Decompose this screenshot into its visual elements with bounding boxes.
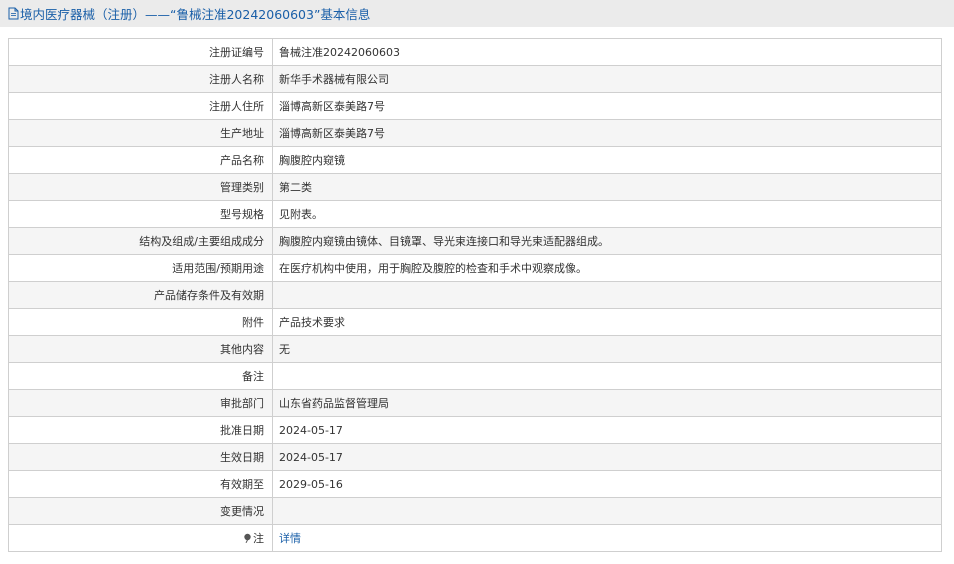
table-row: 有效期至 2029-05-16 [8, 470, 942, 498]
field-label: 变更情况 [8, 497, 273, 525]
table-row: 注册人住所 淄博高新区泰美路7号 [8, 92, 942, 120]
field-value: 胸腹腔内窥镜由镜体、目镜罩、导光束连接口和导光束适配器组成。 [272, 227, 942, 255]
table-row: 附件 产品技术要求 [8, 308, 942, 336]
record-detail-table: 注册证编号 鲁械注准20242060603 注册人名称 新华手术器械有限公司 注… [8, 38, 942, 552]
table-row: 备注 [8, 362, 942, 390]
table-row: 其他内容 无 [8, 335, 942, 363]
field-label: 结构及组成/主要组成成分 [8, 227, 273, 255]
field-label: 注册人名称 [8, 65, 273, 93]
field-label: 注册人住所 [8, 92, 273, 120]
field-value [272, 281, 942, 309]
field-label: 生效日期 [8, 443, 273, 471]
note-row: 注 详情 [8, 524, 942, 552]
table-row: 产品储存条件及有效期 [8, 281, 942, 309]
note-label: 注 [253, 532, 264, 545]
field-label: 产品储存条件及有效期 [8, 281, 273, 309]
document-icon [8, 7, 19, 20]
field-value: 2029-05-16 [272, 470, 942, 498]
table-row: 生产地址 淄博高新区泰美路7号 [8, 119, 942, 147]
page-title-text: 境内医疗器械（注册）——“鲁械注准20242060603”基本信息 [20, 7, 371, 22]
field-value: 第二类 [272, 173, 942, 201]
table-row: 批准日期 2024-05-17 [8, 416, 942, 444]
page-title: 境内医疗器械（注册）——“鲁械注准20242060603”基本信息 [0, 0, 954, 27]
field-value: 见附表。 [272, 200, 942, 228]
field-label: 备注 [8, 362, 273, 390]
field-label: 产品名称 [8, 146, 273, 174]
table-row: 型号规格 见附表。 [8, 200, 942, 228]
field-label: 适用范围/预期用途 [8, 254, 273, 282]
field-label: 有效期至 [8, 470, 273, 498]
details-link[interactable]: 详情 [279, 532, 301, 545]
field-value: 淄博高新区泰美路7号 [272, 119, 942, 147]
field-value: 新华手术器械有限公司 [272, 65, 942, 93]
field-value: 2024-05-17 [272, 416, 942, 444]
field-value: 在医疗机构中使用，用于胸腔及腹腔的检查和手术中观察成像。 [272, 254, 942, 282]
note-value-cell: 详情 [272, 524, 942, 552]
table-row: 产品名称 胸腹腔内窥镜 [8, 146, 942, 174]
field-value: 无 [272, 335, 942, 363]
field-label: 附件 [8, 308, 273, 336]
field-value: 2024-05-17 [272, 443, 942, 471]
field-value [272, 362, 942, 390]
table-row: 注册人名称 新华手术器械有限公司 [8, 65, 942, 93]
field-label: 批准日期 [8, 416, 273, 444]
table-row: 适用范围/预期用途 在医疗机构中使用，用于胸腔及腹腔的检查和手术中观察成像。 [8, 254, 942, 282]
table-row: 生效日期 2024-05-17 [8, 443, 942, 471]
field-value: 山东省药品监督管理局 [272, 389, 942, 417]
field-value [272, 497, 942, 525]
table-row: 结构及组成/主要组成成分 胸腹腔内窥镜由镜体、目镜罩、导光束连接口和导光束适配器… [8, 227, 942, 255]
pin-icon [243, 533, 252, 546]
table-row: 注册证编号 鲁械注准20242060603 [8, 38, 942, 66]
field-label: 审批部门 [8, 389, 273, 417]
field-label: 其他内容 [8, 335, 273, 363]
field-value: 胸腹腔内窥镜 [272, 146, 942, 174]
field-label: 注册证编号 [8, 38, 273, 66]
field-label: 生产地址 [8, 119, 273, 147]
field-value: 淄博高新区泰美路7号 [272, 92, 942, 120]
field-value: 产品技术要求 [272, 308, 942, 336]
field-label: 型号规格 [8, 200, 273, 228]
table-row: 变更情况 [8, 497, 942, 525]
note-label-cell: 注 [8, 524, 273, 552]
table-row: 管理类别 第二类 [8, 173, 942, 201]
field-value: 鲁械注准20242060603 [272, 38, 942, 66]
table-row: 审批部门 山东省药品监督管理局 [8, 389, 942, 417]
field-label: 管理类别 [8, 173, 273, 201]
